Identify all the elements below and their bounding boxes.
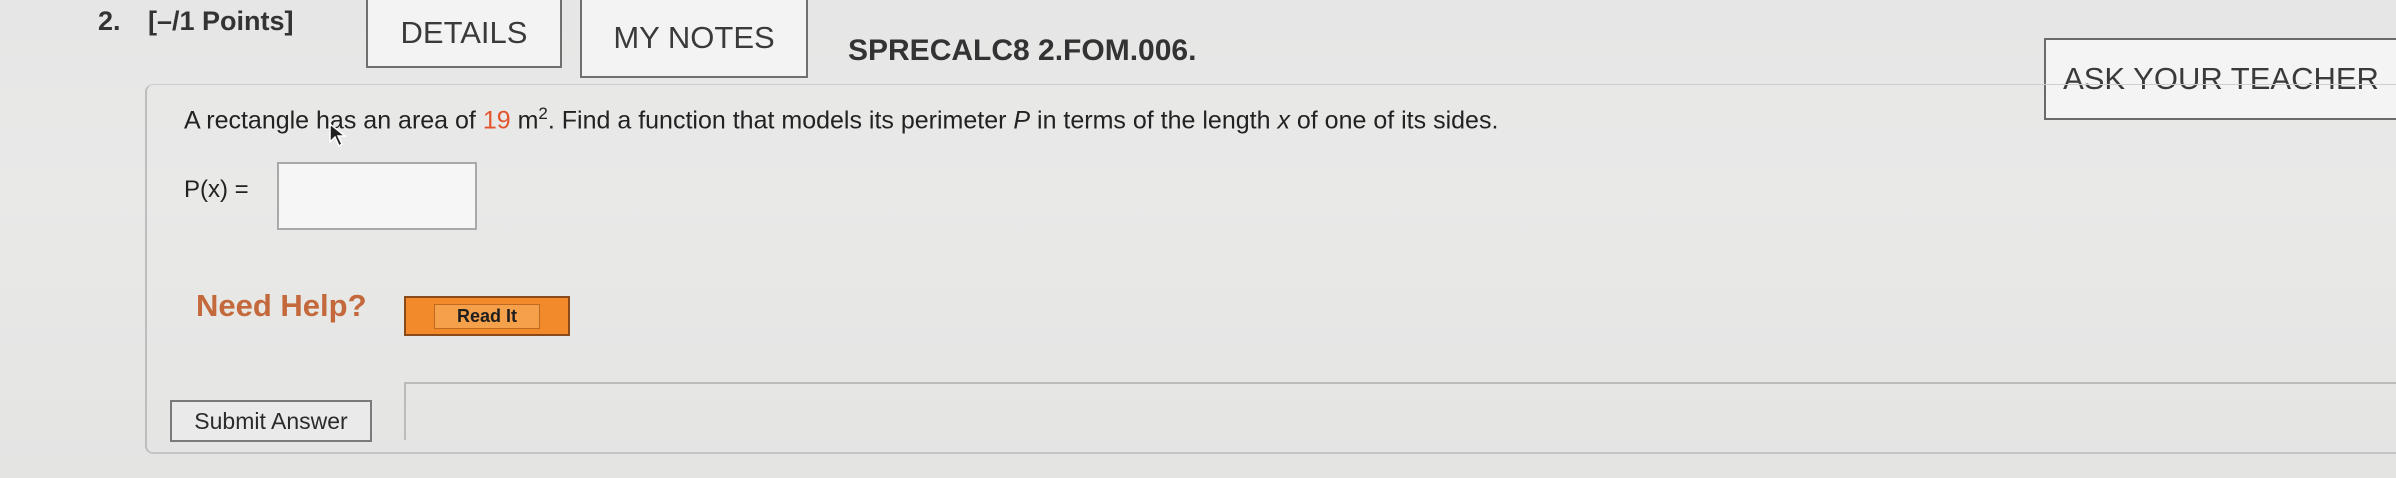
unit-exponent: 2 <box>538 104 548 123</box>
answer-input[interactable] <box>277 162 477 230</box>
function-label: P(x) = <box>184 176 249 203</box>
perimeter-variable: P <box>1013 106 1031 135</box>
points-label: [–/1 Points] <box>148 6 294 36</box>
details-button[interactable]: DETAILS <box>366 0 562 68</box>
problem-code: SPRECALC8 2.FOM.006. <box>848 34 1197 67</box>
submit-answer-button[interactable]: Submit Answer <box>170 400 372 442</box>
question-text-mid2: in terms of the length <box>1030 106 1278 135</box>
read-it-label: Read It <box>433 303 540 329</box>
area-unit: m <box>510 106 539 135</box>
question-text: A rectangle has an area of 19 m2. Find a… <box>184 104 1498 135</box>
length-variable: x <box>1277 106 1290 135</box>
question-number: 2. <box>98 6 121 36</box>
need-help-label: Need Help? <box>196 288 367 323</box>
read-it-button[interactable]: Read It <box>404 296 570 336</box>
question-text-end: of one of its sides. <box>1289 106 1499 135</box>
mouse-cursor-icon <box>329 122 348 148</box>
submit-area-divider <box>404 382 2396 440</box>
my-notes-button[interactable]: MY NOTES <box>580 0 808 78</box>
question-text-middle: . Find a function that models its perime… <box>547 106 1014 135</box>
area-value: 19 <box>482 106 511 135</box>
